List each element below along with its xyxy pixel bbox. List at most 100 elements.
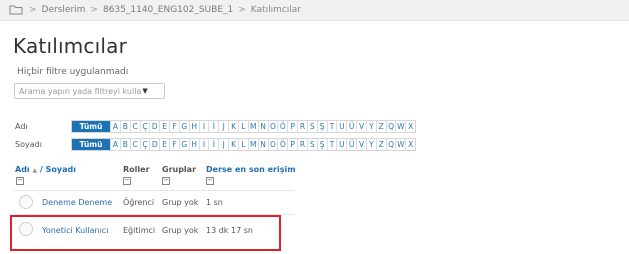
first-name-letter-button[interactable]: S — [306, 121, 317, 132]
first-name-letter-button[interactable]: O — [267, 121, 278, 132]
participant-last-access: 1 sn — [206, 198, 223, 207]
first-name-letter-button[interactable]: G — [178, 121, 189, 132]
first-name-letter-button[interactable]: D — [149, 121, 159, 132]
last-name-letter-button[interactable]: B — [119, 139, 130, 150]
folder-icon[interactable] — [9, 5, 24, 15]
participant-name[interactable]: Deneme Deneme — [42, 198, 112, 207]
last-name-letter-button[interactable]: N — [257, 139, 268, 150]
last-name-letter-button[interactable]: Y — [365, 139, 376, 150]
page-title: Katılımcılar — [13, 34, 128, 58]
last-name-letter-button[interactable]: X — [405, 139, 415, 150]
first-name-letter-button[interactable]: İ — [208, 121, 218, 132]
breadcrumb-my-courses[interactable]: Derslerim — [42, 5, 86, 15]
last-name-letter-button[interactable]: Ç — [139, 139, 150, 150]
first-name-letter-button[interactable]: F — [169, 121, 179, 132]
collapse-name-column-icon[interactable]: − — [16, 177, 24, 185]
first-name-filter-row: Adı Tümü ABCÇDEFGHIİJKLMNOÖPRSŞTUÜVYZQWX — [15, 120, 417, 133]
last-name-letter-button[interactable]: M — [247, 139, 258, 150]
first-name-letter-button[interactable]: Q — [385, 121, 396, 132]
last-name-letter-button[interactable]: G — [178, 139, 189, 150]
first-name-letter-button[interactable]: N — [257, 121, 268, 132]
last-name-letters: ABCÇDEFGHIİJKLMNOÖPRSŞTUÜVYZQWX — [110, 139, 415, 150]
first-name-letter-button[interactable]: J — [218, 121, 228, 132]
sort-first-name-link[interactable]: Adı — [15, 165, 30, 174]
last-name-letter-button[interactable]: L — [237, 139, 248, 150]
collapse-last-access-column-icon[interactable]: − — [206, 177, 214, 185]
dropdown-caret-icon[interactable]: ▼ — [142, 87, 147, 95]
last-name-letter-button[interactable]: Ş — [316, 139, 327, 150]
last-name-letter-button[interactable]: Z — [375, 139, 386, 150]
last-name-letter-button[interactable]: P — [287, 139, 297, 150]
first-name-letter-button[interactable]: V — [356, 121, 366, 132]
highlight-box — [10, 215, 281, 251]
first-name-letter-button[interactable]: W — [395, 121, 405, 132]
last-name-letter-button[interactable]: A — [110, 139, 120, 150]
first-name-letter-button[interactable]: I — [198, 121, 209, 132]
breadcrumb: > Derslerim > 8635_1140_ENG102_SUBE_1 > … — [0, 0, 629, 21]
first-name-letter-button[interactable]: X — [405, 121, 415, 132]
column-header-last-access[interactable]: Derse en son erişim — [206, 165, 296, 174]
row-divider — [14, 190, 294, 191]
last-name-letter-button[interactable]: E — [159, 139, 169, 150]
last-name-all-button[interactable]: Tümü — [72, 139, 110, 150]
first-name-letter-button[interactable]: P — [287, 121, 297, 132]
first-name-letter-button[interactable]: Ç — [139, 121, 150, 132]
last-name-letter-button[interactable]: V — [356, 139, 366, 150]
first-name-letter-button[interactable]: Z — [375, 121, 386, 132]
first-name-letter-button[interactable]: Y — [365, 121, 376, 132]
breadcrumb-course[interactable]: 8635_1140_ENG102_SUBE_1 — [103, 5, 233, 15]
first-name-letter-button[interactable]: Ü — [346, 121, 356, 132]
filter-search-input[interactable]: Arama yapın yada filtreyi kulla ▼ — [14, 83, 165, 99]
last-name-letter-bar: Tümü ABCÇDEFGHIİJKLMNOÖPRSŞTUÜVYZQWX — [71, 138, 417, 151]
last-name-letter-button[interactable]: İ — [208, 139, 218, 150]
last-name-letter-button[interactable]: J — [218, 139, 228, 150]
column-header-name: Adı ▲ / Soyadı — [15, 165, 76, 174]
participant-role: Öğrenci — [123, 198, 155, 207]
last-name-letter-button[interactable]: H — [188, 139, 199, 150]
last-name-letter-button[interactable]: I — [198, 139, 209, 150]
last-name-letter-button[interactable]: T — [326, 139, 337, 150]
first-name-letter-button[interactable]: B — [119, 121, 130, 132]
last-name-letter-button[interactable]: S — [306, 139, 317, 150]
last-name-letter-button[interactable]: F — [169, 139, 179, 150]
filter-placeholder: Arama yapın yada filtreyi kulla — [19, 86, 142, 96]
first-name-letters: ABCÇDEFGHIİJKLMNOÖPRSŞTUÜVYZQWX — [110, 121, 415, 132]
first-name-letter-button[interactable]: K — [228, 121, 238, 132]
sort-last-name-link[interactable]: / Soyadı — [40, 165, 76, 174]
first-name-letter-button[interactable]: U — [336, 121, 346, 132]
column-header-groups: Gruplar — [162, 165, 197, 174]
breadcrumb-separator: > — [238, 5, 246, 15]
sort-ascending-icon: ▲ — [32, 167, 38, 174]
last-name-letter-button[interactable]: O — [267, 139, 278, 150]
last-name-filter-label: Soyadı — [15, 140, 42, 149]
collapse-roles-column-icon[interactable]: − — [123, 177, 131, 185]
last-name-letter-button[interactable]: R — [297, 139, 307, 150]
first-name-filter-label: Adı — [15, 122, 28, 131]
last-name-filter-row: Soyadı Tümü ABCÇDEFGHIİJKLMNOÖPRSŞTUÜVYZ… — [15, 138, 417, 151]
first-name-letter-button[interactable]: T — [326, 121, 337, 132]
last-name-letter-button[interactable]: U — [336, 139, 346, 150]
first-name-letter-button[interactable]: C — [129, 121, 140, 132]
last-name-letter-button[interactable]: C — [129, 139, 140, 150]
participant-group: Grup yok — [162, 198, 199, 207]
first-name-letter-button[interactable]: Ş — [316, 121, 327, 132]
first-name-letter-button[interactable]: R — [297, 121, 307, 132]
first-name-letter-button[interactable]: E — [159, 121, 169, 132]
last-name-letter-button[interactable]: Ü — [346, 139, 356, 150]
last-name-letter-button[interactable]: K — [228, 139, 238, 150]
last-name-letter-button[interactable]: D — [149, 139, 159, 150]
collapse-groups-column-icon[interactable]: − — [162, 177, 170, 185]
first-name-letter-button[interactable]: L — [237, 121, 248, 132]
first-name-letter-button[interactable]: Ö — [277, 121, 287, 132]
first-name-letter-bar: Tümü ABCÇDEFGHIİJKLMNOÖPRSŞTUÜVYZQWX — [71, 120, 417, 133]
last-name-letter-button[interactable]: Q — [385, 139, 396, 150]
breadcrumb-separator: > — [29, 5, 37, 15]
avatar — [19, 195, 33, 209]
first-name-letter-button[interactable]: H — [188, 121, 199, 132]
first-name-all-button[interactable]: Tümü — [72, 121, 110, 132]
last-name-letter-button[interactable]: Ö — [277, 139, 287, 150]
first-name-letter-button[interactable]: M — [247, 121, 258, 132]
column-header-roles: Roller — [123, 165, 150, 174]
first-name-letter-button[interactable]: A — [110, 121, 120, 132]
last-name-letter-button[interactable]: W — [395, 139, 405, 150]
